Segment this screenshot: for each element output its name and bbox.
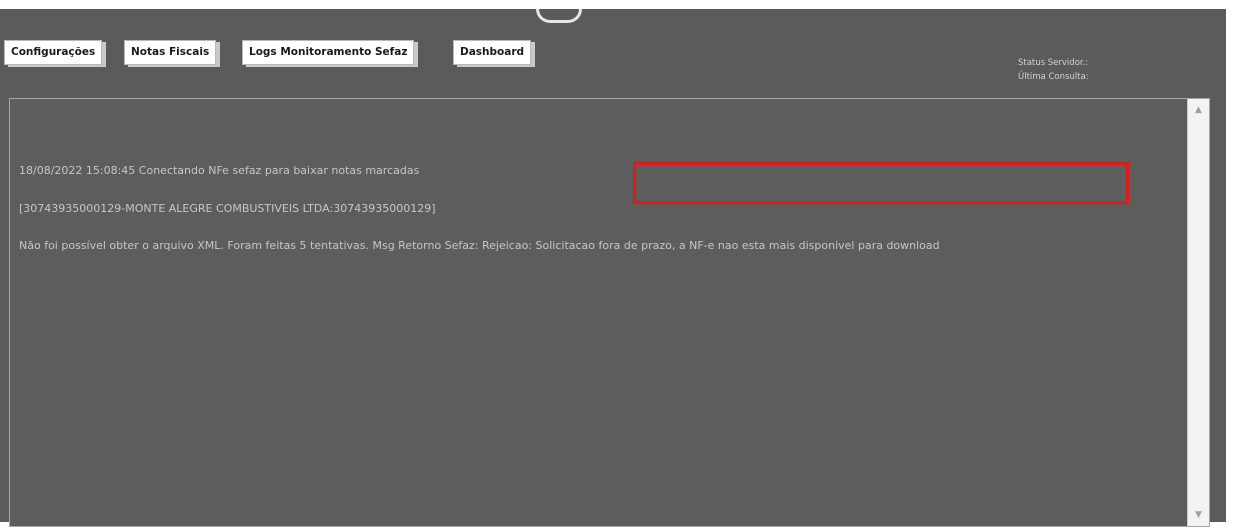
tab-notas-fiscais[interactable]: Notas Fiscais: [124, 40, 217, 65]
main-window: Configurações Notas Fiscais Logs Monitor…: [0, 9, 1226, 527]
ultima-consulta-label: Última Consulta:: [1018, 72, 1089, 82]
scroll-up-icon[interactable]: ▲: [1188, 102, 1209, 118]
vertical-scrollbar[interactable]: ▲ ▼: [1187, 99, 1209, 526]
tab-dashboard[interactable]: Dashboard: [453, 40, 532, 65]
log-line: Não foi possível obter o arquivo XML. Fo…: [19, 239, 940, 252]
scroll-down-icon[interactable]: ▼: [1188, 507, 1209, 523]
window-top-ornament: [536, 9, 582, 23]
tab-configuracoes[interactable]: Configurações: [4, 40, 103, 65]
log-line: [30743935000129-MONTE ALEGRE COMBUSTIVEI…: [19, 201, 436, 215]
tab-logs-monitoramento-sefaz[interactable]: Logs Monitoramento Sefaz: [242, 40, 415, 65]
error-highlight-box: [633, 162, 1129, 204]
status-servidor-label: Status Servidor.:: [1018, 58, 1089, 68]
log-panel[interactable]: 18/08/2022 15:08:45 Conectando NFe sefaz…: [9, 98, 1210, 527]
log-text: 18/08/2022 15:08:45 Conectando NFe sefaz…: [19, 140, 1179, 278]
